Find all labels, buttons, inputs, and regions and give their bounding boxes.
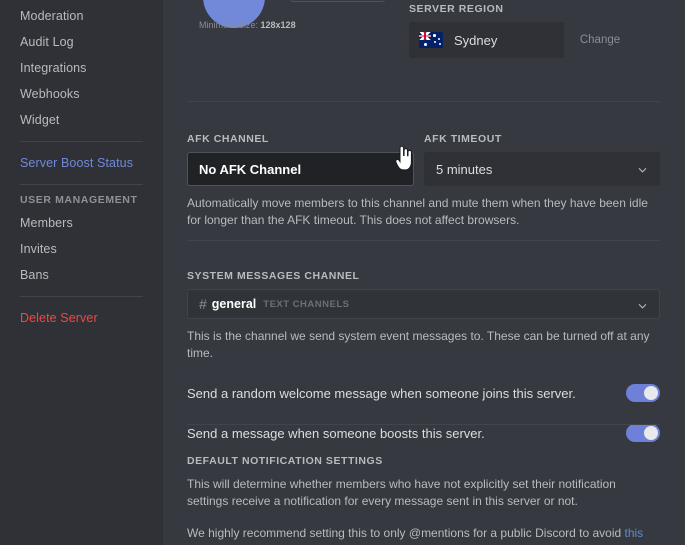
- recommendation-prefix: We highly recommend setting this to only…: [187, 526, 625, 540]
- sidebar-item-moderation[interactable]: Moderation: [10, 4, 153, 28]
- default-notification-body: This will determine whether members who …: [187, 477, 616, 508]
- sidebar-item-label: Webhooks: [20, 87, 80, 101]
- boost-message-row: Send a message when someone boosts this …: [187, 424, 660, 442]
- system-messages-channel-name: general: [211, 297, 257, 311]
- chevron-down-icon: [637, 299, 648, 310]
- sidebar-item-audit-log[interactable]: Audit Log: [10, 30, 153, 54]
- sidebar-item-invites[interactable]: Invites: [10, 237, 153, 261]
- system-messages-section: SYSTEM MESSAGES CHANNEL # general TEXT C…: [187, 270, 660, 442]
- sidebar-divider: [20, 141, 143, 142]
- boost-message-label: Send a message when someone boosts this …: [187, 425, 485, 441]
- server-region-name: Sydney: [454, 32, 498, 48]
- afk-channel-value: No AFK Channel: [199, 161, 302, 177]
- sidebar-item-label: Integrations: [20, 61, 87, 75]
- afk-channel-field: AFK CHANNEL No AFK Channel: [187, 133, 424, 186]
- afk-section: AFK CHANNEL No AFK Channel AFK TIMEOUT 5…: [187, 133, 660, 229]
- section-divider: [187, 101, 660, 102]
- sidebar-item-label: Server Boost Status: [20, 156, 134, 170]
- sidebar-divider: [20, 296, 143, 297]
- sidebar-item-members[interactable]: Members: [10, 211, 153, 235]
- sidebar-item-label: Widget: [20, 113, 60, 127]
- default-notification-settings-label: DEFAULT NOTIFICATION SETTINGS: [187, 455, 383, 467]
- minimum-size-prefix: Minimum Size:: [199, 20, 259, 30]
- system-messages-label: SYSTEM MESSAGES CHANNEL: [187, 270, 360, 282]
- upload-image-button[interactable]: Upload Image: [290, 0, 385, 2]
- afk-timeout-field: AFK TIMEOUT 5 minutes: [424, 133, 660, 186]
- afk-channel-label: AFK CHANNEL: [187, 133, 269, 145]
- sidebar-item-delete-server[interactable]: Delete Server: [10, 306, 153, 330]
- sidebar-item-label: Delete Server: [20, 311, 98, 325]
- afk-timeout-label: AFK TIMEOUT: [424, 133, 502, 145]
- section-divider: [187, 424, 660, 425]
- sidebar-item-webhooks[interactable]: Webhooks: [10, 82, 153, 106]
- sidebar-item-label: Invites: [20, 242, 57, 256]
- sidebar-item-server-boost-status[interactable]: Server Boost Status: [10, 151, 153, 175]
- system-messages-help-text: This is the channel we send system event…: [187, 329, 650, 360]
- minimum-size-note: Minimum Size: 128x128: [199, 20, 296, 30]
- chevron-down-icon: [637, 164, 648, 175]
- sidebar-item-widget[interactable]: Widget: [10, 108, 153, 132]
- welcome-message-label: Send a random welcome message when someo…: [187, 385, 576, 401]
- change-region-button[interactable]: Change: [564, 22, 636, 58]
- welcome-message-toggle[interactable]: [626, 384, 660, 402]
- australia-flag-icon: [419, 32, 443, 48]
- server-region-card[interactable]: Sydney Change: [409, 22, 636, 58]
- sidebar-section-user-management: USER MANAGEMENT: [20, 194, 138, 206]
- sidebar-item-label: Moderation: [20, 9, 84, 23]
- welcome-message-row: Send a random welcome message when someo…: [187, 384, 660, 402]
- system-messages-channel-select[interactable]: # general TEXT CHANNELS: [187, 289, 660, 319]
- sidebar-item-label: Members: [20, 216, 73, 230]
- server-region-label: SERVER REGION: [409, 3, 504, 15]
- sidebar-item-bans[interactable]: Bans: [10, 263, 153, 287]
- system-messages-channel-category: TEXT CHANNELS: [263, 298, 350, 310]
- settings-sidebar: Moderation Audit Log Integrations Webhoo…: [0, 0, 163, 545]
- default-notification-recommendation: We highly recommend setting this to only…: [187, 525, 660, 545]
- server-overview-panel: Minimum Size: 128x128 Upload Image SERVE…: [163, 0, 685, 545]
- sidebar-item-label: Bans: [20, 268, 49, 282]
- sidebar-item-label: Audit Log: [20, 35, 74, 49]
- afk-help-text: Automatically move members to this chann…: [187, 196, 648, 227]
- hash-icon: #: [199, 296, 207, 312]
- afk-timeout-select[interactable]: 5 minutes: [424, 152, 660, 186]
- afk-timeout-value: 5 minutes: [436, 161, 493, 177]
- server-region-section: SERVER REGION Sydney Change: [409, 3, 636, 58]
- minimum-size-value: 128x128: [260, 20, 296, 30]
- afk-channel-select[interactable]: No AFK Channel: [187, 152, 414, 186]
- sidebar-divider: [20, 184, 143, 185]
- sidebar-item-integrations[interactable]: Integrations: [10, 56, 153, 80]
- boost-message-toggle[interactable]: [626, 424, 660, 442]
- default-notification-settings-section: DEFAULT NOTIFICATION SETTINGS This will …: [187, 455, 660, 545]
- section-divider: [187, 240, 660, 241]
